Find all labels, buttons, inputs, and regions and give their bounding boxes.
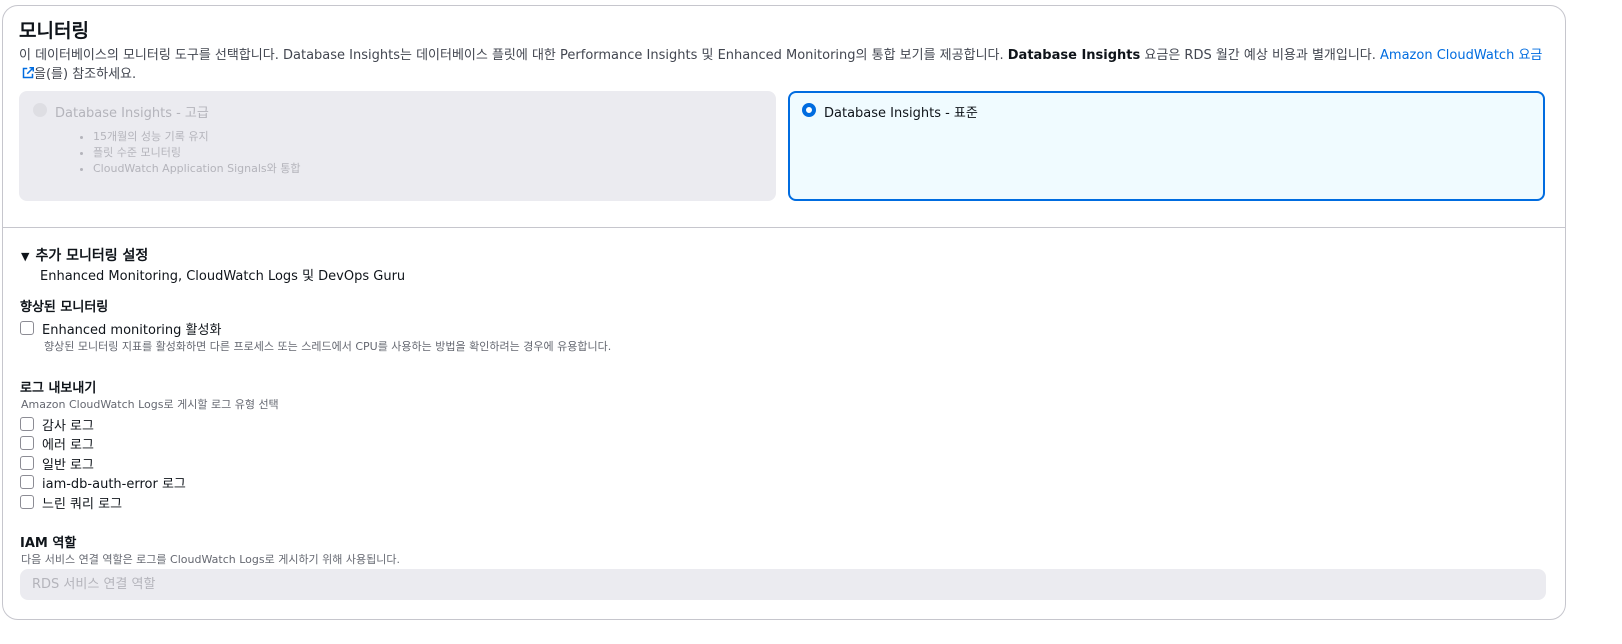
log-export-title: 로그 내보내기: [20, 381, 97, 396]
feature-item: CloudWatch Application Signals와 통합: [93, 161, 301, 177]
iam-role-field: RDS 서비스 연결 역할: [20, 569, 1546, 600]
enhanced-monitoring-checkbox[interactable]: [20, 321, 34, 335]
radio-advanced[interactable]: [33, 103, 47, 117]
error-log-label: 에러 로그: [42, 437, 94, 453]
monitoring-description: 이 데이터베이스의 모니터링 도구를 선택합니다. Database Insig…: [19, 46, 1549, 84]
enhanced-monitoring-title: 향상된 모니터링: [20, 300, 109, 315]
section-divider: [2, 227, 1566, 228]
additional-settings-title: 추가 모니터링 설정: [35, 248, 149, 264]
option-advanced-features: 15개월의 성능 기록 유지 플릿 수준 모니터링 CloudWatch App…: [75, 129, 301, 177]
general-log-checkbox[interactable]: [20, 456, 34, 470]
description-bold: Database Insights: [1007, 48, 1141, 63]
option-database-insights-standard[interactable]: Database Insights - 표준: [788, 91, 1545, 201]
log-checkbox-row-error[interactable]: 에러 로그: [20, 433, 94, 453]
additional-settings-toggle[interactable]: ▼ 추가 모니터링 설정: [21, 245, 148, 265]
error-log-checkbox[interactable]: [20, 436, 34, 450]
option-standard-label: Database Insights - 표준: [824, 106, 978, 121]
iam-auth-error-log-checkbox[interactable]: [20, 475, 34, 489]
external-link-icon: [22, 67, 34, 79]
description-text-3: 을(를) 참조하세요.: [34, 67, 137, 82]
section-title: 모니터링: [19, 20, 89, 42]
enhanced-monitoring-help: 향상된 모니터링 지표를 활성화하면 다른 프로세스 또는 스레드에서 CPU를…: [44, 340, 612, 353]
log-checkbox-row-audit[interactable]: 감사 로그: [20, 414, 94, 434]
enhanced-monitoring-label: Enhanced monitoring 활성화: [42, 322, 222, 338]
log-export-description: Amazon CloudWatch Logs로 게시할 로그 유형 선택: [21, 398, 279, 411]
iam-role-title: IAM 역할: [20, 536, 77, 551]
feature-item: 15개월의 성능 기록 유지: [93, 129, 301, 145]
log-checkbox-row-iam-auth-error[interactable]: iam-db-auth-error 로그: [20, 472, 186, 492]
iam-auth-error-log-label: iam-db-auth-error 로그: [42, 476, 186, 492]
cloudwatch-pricing-link-label: Amazon CloudWatch 요금: [1380, 48, 1543, 63]
description-text-2: 요금은 RDS 월간 예상 비용과 별개입니다.: [1140, 48, 1381, 63]
slow-query-log-checkbox[interactable]: [20, 495, 34, 509]
additional-settings-subtitle: Enhanced Monitoring, CloudWatch Logs 및 D…: [40, 269, 406, 284]
enhanced-monitoring-checkbox-row[interactable]: Enhanced monitoring 활성화: [20, 318, 221, 338]
option-database-insights-advanced[interactable]: Database Insights - 고급 15개월의 성능 기록 유지 플릿…: [19, 91, 776, 201]
description-text: 이 데이터베이스의 모니터링 도구를 선택합니다. Database Insig…: [19, 48, 1008, 63]
slow-query-log-label: 느린 쿼리 로그: [42, 496, 123, 512]
log-checkbox-row-general[interactable]: 일반 로그: [20, 453, 94, 473]
general-log-label: 일반 로그: [42, 457, 94, 473]
audit-log-label: 감사 로그: [42, 418, 94, 434]
radio-standard[interactable]: [802, 103, 816, 117]
option-advanced-label: Database Insights - 고급: [55, 106, 209, 121]
audit-log-checkbox[interactable]: [20, 417, 34, 431]
log-checkbox-row-slow-query[interactable]: 느린 쿼리 로그: [20, 492, 122, 512]
iam-role-description: 다음 서비스 연결 역할은 로그를 CloudWatch Logs로 게시하기 …: [21, 553, 401, 566]
feature-item: 플릿 수준 모니터링: [93, 145, 301, 161]
caret-down-icon: ▼: [21, 250, 30, 263]
